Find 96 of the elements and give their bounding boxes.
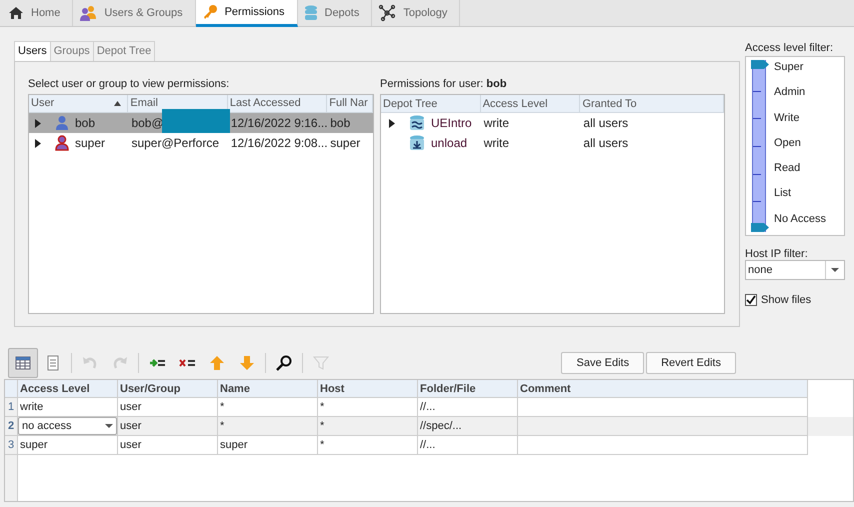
user-icon — [55, 135, 69, 151]
table-cell[interactable]: //... — [420, 398, 436, 416]
column-header[interactable]: Access Level — [480, 95, 580, 112]
database-icon — [304, 5, 318, 21]
table-cell[interactable]: user — [120, 436, 142, 454]
table-cell[interactable]: user — [120, 418, 142, 434]
level-label: Write — [774, 110, 800, 126]
table-cell[interactable]: * — [220, 418, 224, 434]
granted-cell: all users — [583, 116, 628, 130]
arrow-down-icon — [239, 355, 255, 371]
table-cell[interactable]: super — [220, 436, 248, 454]
key-icon — [202, 4, 218, 20]
sub-tab[interactable]: Groups — [50, 41, 94, 61]
redo-icon — [112, 355, 128, 371]
nav-tab[interactable]: Permissions — [196, 0, 298, 27]
depot-name: UEIntro — [431, 115, 472, 132]
expand-icon[interactable] — [35, 118, 41, 128]
table-cell[interactable]: * — [320, 436, 324, 454]
users-prompt: Select user or group to view permissions: — [28, 77, 230, 92]
show-files-label: Show files — [761, 293, 812, 308]
save-button[interactable]: Save Edits — [561, 352, 644, 374]
email-cell-text: bob@ — [131, 115, 164, 132]
level-label: Read — [774, 161, 802, 176]
table-cell[interactable] — [518, 436, 808, 455]
table-cell[interactable]: user — [120, 398, 142, 416]
arrow-up-icon — [209, 355, 225, 371]
nav-tab[interactable]: Home — [2, 0, 74, 26]
access-cell: write — [484, 136, 510, 150]
user-icon — [55, 115, 69, 131]
expand-icon[interactable] — [35, 138, 41, 148]
nav-tab[interactable]: Depots — [298, 0, 372, 26]
level-label: Super — [774, 60, 804, 75]
full-name-cell: bob — [330, 116, 350, 130]
full-name-cell: super — [330, 136, 360, 150]
level-label: Open — [774, 136, 802, 151]
expand-icon[interactable] — [389, 118, 395, 128]
level-label: Admin — [774, 85, 806, 100]
column-header[interactable]: Depot Tree — [381, 95, 481, 112]
date-cell: 12/16/2022 9:08... — [230, 136, 328, 150]
nav-tab[interactable]: Users & Groups — [73, 0, 196, 26]
unload-depot-icon — [409, 135, 425, 151]
level-label: No Access — [774, 212, 826, 227]
dropdown-icon — [105, 424, 113, 428]
column-header[interactable]: Name — [218, 380, 318, 398]
user-row[interactable]: super super@Perforce 12/16/2022 9:08... super — [29, 133, 373, 153]
network-icon — [378, 4, 396, 22]
show-files-checkbox[interactable] — [745, 294, 757, 306]
user-name: bob — [75, 115, 96, 132]
access-cell: write — [484, 116, 510, 130]
row-number[interactable]: 2 — [5, 417, 18, 436]
users-icon — [79, 5, 98, 21]
undo-icon — [82, 355, 98, 371]
column-header[interactable]: Granted To — [580, 95, 724, 112]
column-header[interactable]: Comment — [518, 380, 808, 398]
dropdown-icon[interactable] — [831, 268, 839, 272]
host-filter-dropdown[interactable]: none — [745, 260, 845, 280]
filter-track[interactable] — [752, 60, 766, 232]
nav-tab[interactable]: Topology — [372, 0, 460, 26]
depot-name: unload — [431, 135, 468, 152]
column-header[interactable]: User — [29, 95, 128, 112]
column-header[interactable]: Full Nar — [327, 95, 374, 112]
table-cell[interactable]: * — [320, 398, 324, 416]
table-row[interactable]: 2 no access user * * //spec/... — [5, 417, 853, 436]
date-cell: 12/16/2022 9:16... — [230, 116, 328, 130]
column-header[interactable]: Folder/File — [418, 380, 518, 398]
table-cell[interactable]: //... — [420, 436, 436, 454]
home-icon — [8, 6, 24, 20]
table-cell[interactable]: * — [320, 418, 324, 434]
column-header[interactable]: Host — [318, 380, 418, 398]
row-number[interactable]: 1 — [5, 398, 18, 417]
granted-cell: all users — [583, 136, 628, 150]
search-icon — [276, 355, 292, 371]
list-icon — [45, 355, 61, 371]
access-dropdown[interactable]: no access — [18, 417, 117, 435]
level-label: List — [774, 186, 792, 202]
filter-title: Access level filter: — [745, 41, 834, 56]
sub-tab[interactable]: Users — [14, 41, 51, 61]
email-cell-text: super@Perforce — [131, 135, 219, 152]
stream-depot-icon — [409, 115, 425, 131]
filter-thumb[interactable] — [751, 223, 769, 232]
column-header[interactable]: Access Level — [18, 380, 118, 398]
permissions-prompt: Permissions for user: bob — [380, 77, 508, 92]
table-icon — [15, 355, 31, 371]
user-name: super — [75, 135, 106, 152]
revert-button[interactable]: Revert Edits — [646, 352, 736, 374]
column-header[interactable]: User/Group — [118, 380, 218, 398]
table-cell[interactable]: write — [20, 398, 44, 416]
table-cell[interactable]: * — [220, 398, 224, 416]
table-button[interactable] — [8, 348, 38, 378]
filter-thumb[interactable] — [751, 60, 769, 69]
table-cell[interactable]: //spec/... — [420, 418, 462, 434]
host-filter-label: Host IP filter: — [745, 247, 809, 260]
table-cell[interactable]: super — [20, 436, 48, 454]
row-number[interactable]: 3 — [5, 436, 18, 455]
filter-icon — [313, 355, 329, 371]
sub-tab[interactable]: Depot Tree — [94, 41, 156, 61]
